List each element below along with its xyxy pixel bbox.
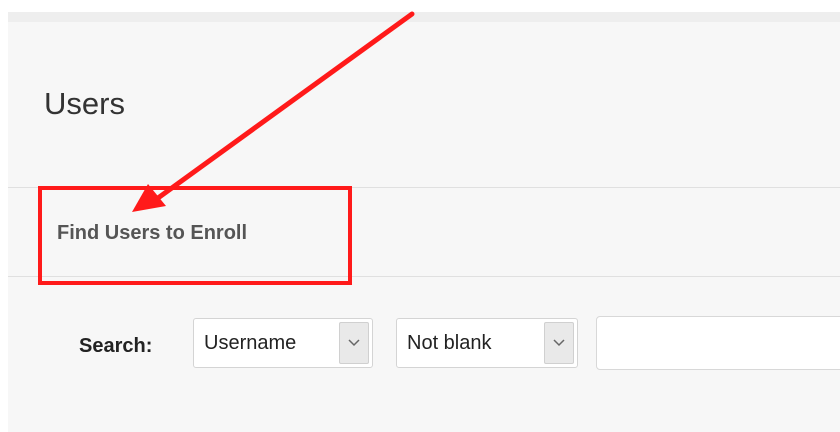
- search-field-select[interactable]: Username: [193, 318, 373, 368]
- annotation-highlight-box: [38, 186, 352, 285]
- search-field-select-value: Username: [204, 332, 297, 354]
- top-strip: [0, 0, 840, 12]
- chevron-down-icon: [348, 339, 360, 347]
- search-label: Search:: [79, 335, 153, 357]
- screenshot-viewport: Users Find Users to Enroll Search: Usern…: [0, 0, 840, 432]
- chevron-down-icon: [553, 339, 565, 347]
- search-operator-dropdown-button[interactable]: [544, 322, 574, 364]
- search-operator-select[interactable]: Not blank: [396, 318, 578, 368]
- search-field-dropdown-button[interactable]: [339, 322, 369, 364]
- page-title: Users: [44, 86, 125, 121]
- search-input[interactable]: [596, 316, 840, 370]
- top-bar: [8, 12, 840, 22]
- search-operator-select-value: Not blank: [407, 332, 492, 354]
